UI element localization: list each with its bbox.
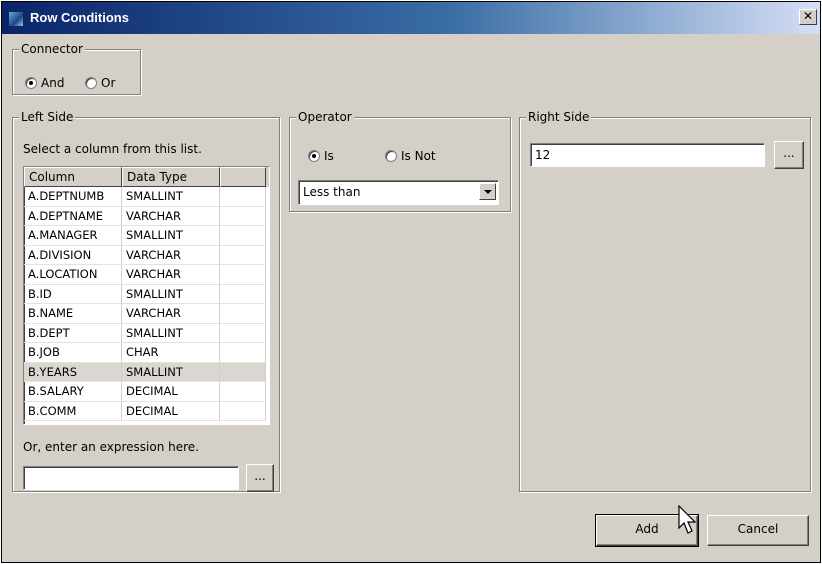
app-icon [8, 11, 24, 27]
empty-cell [220, 265, 266, 285]
operator-is-radio[interactable]: Is [308, 149, 334, 163]
connector-group: Connector And Or [12, 42, 141, 95]
column-name-cell: B.COMM [24, 401, 122, 421]
data-type-cell: VARCHAR [122, 206, 220, 226]
column-name-cell: B.DEPT [24, 323, 122, 343]
operator-is-label: Is [324, 149, 334, 163]
data-type-cell: SMALLINT [122, 323, 220, 343]
column-name-cell: B.ID [24, 284, 122, 304]
table-row[interactable]: A.MANAGER SMALLINT [24, 226, 269, 246]
data-type-cell: VARCHAR [122, 304, 220, 324]
column-name-cell: A.DEPTNAME [24, 206, 122, 226]
table-row[interactable]: A.DIVISION VARCHAR [24, 245, 269, 265]
column-name-cell: B.YEARS [24, 362, 122, 382]
close-icon: ✕ [802, 9, 814, 23]
close-button[interactable]: ✕ [799, 9, 817, 25]
data-type-cell: SMALLINT [122, 187, 220, 207]
header-column[interactable]: Column [24, 167, 122, 187]
row-conditions-dialog: Row Conditions ✕ Connector And Or Left S… [1, 1, 821, 563]
operator-group: Operator Is Is Not Less than [289, 110, 511, 212]
table-row[interactable]: B.JOB CHAR [24, 343, 269, 363]
table-row[interactable]: A.LOCATION VARCHAR [24, 265, 269, 285]
column-list[interactable]: Column Data Type A.DEPTNUMB SMALLINT A.DEP… [23, 166, 270, 425]
right-side-browse-button[interactable]: ... [774, 141, 804, 169]
title-bar[interactable]: Row Conditions ✕ [2, 2, 820, 34]
mouse-pointer-icon [678, 505, 697, 534]
operator-dropdown[interactable]: Less than [298, 180, 499, 205]
data-type-cell: SMALLINT [122, 284, 220, 304]
right-side-value-input[interactable] [530, 143, 765, 167]
connector-or-radio[interactable]: Or [85, 76, 115, 90]
table-row[interactable]: B.DEPT SMALLINT [24, 323, 269, 343]
data-type-cell: DECIMAL [122, 382, 220, 402]
empty-cell [220, 343, 266, 363]
column-list-rows: A.DEPTNUMB SMALLINT A.DEPTNAME VARCHAR A.MAN… [24, 187, 269, 421]
radio-checked-icon [308, 150, 320, 162]
expression-browse-button[interactable]: ... [246, 464, 274, 492]
empty-cell [220, 187, 266, 207]
chevron-down-icon[interactable] [479, 183, 496, 200]
column-name-cell: B.NAME [24, 304, 122, 324]
empty-cell [220, 226, 266, 246]
table-row[interactable]: A.DEPTNUMB SMALLINT [24, 187, 269, 207]
data-type-cell: SMALLINT [122, 226, 220, 246]
operator-is-not-label: Is Not [401, 149, 436, 163]
operator-selected-value: Less than [303, 185, 361, 199]
header-empty[interactable] [220, 167, 266, 187]
add-label: Add [635, 522, 659, 536]
empty-cell [220, 323, 266, 343]
cancel-label: Cancel [737, 522, 779, 536]
connector-and-radio[interactable]: And [25, 76, 64, 90]
empty-cell [220, 382, 266, 402]
left-side-legend: Left Side [19, 110, 76, 124]
empty-cell [220, 362, 266, 382]
operator-legend: Operator [296, 110, 354, 124]
column-instruction: Select a column from this list. [23, 142, 202, 156]
connector-or-label: Or [101, 76, 116, 90]
operator-is-not-radio[interactable]: Is Not [385, 149, 436, 163]
table-row[interactable]: B.ID SMALLINT [24, 284, 269, 304]
radio-checked-icon [25, 77, 37, 89]
table-row[interactable]: B.NAME VARCHAR [24, 304, 269, 324]
column-name-cell: B.SALARY [24, 382, 122, 402]
table-row[interactable]: B.SALARY DECIMAL [24, 382, 269, 402]
empty-cell [220, 206, 266, 226]
empty-cell [220, 401, 266, 421]
data-type-cell: SMALLINT [122, 362, 220, 382]
table-row[interactable]: B.YEARS SMALLINT [24, 362, 269, 382]
browse-label: ... [254, 469, 266, 483]
column-name-cell: A.MANAGER [24, 226, 122, 246]
empty-cell [220, 284, 266, 304]
right-side-legend: Right Side [526, 110, 592, 124]
expression-input[interactable] [23, 466, 239, 490]
data-type-cell: VARCHAR [122, 245, 220, 265]
expression-label: Or, enter an expression here. [23, 440, 200, 454]
column-name-cell: A.DIVISION [24, 245, 122, 265]
radio-unchecked-icon [385, 150, 397, 162]
cancel-button[interactable]: Cancel [707, 515, 809, 546]
column-name-cell: A.DEPTNUMB [24, 187, 122, 207]
empty-cell [220, 245, 266, 265]
radio-unchecked-icon [85, 77, 97, 89]
browse-label: ... [783, 146, 795, 160]
table-row[interactable]: B.COMM DECIMAL [24, 401, 269, 421]
empty-cell [220, 304, 266, 324]
connector-and-label: And [41, 76, 65, 90]
column-name-cell: A.LOCATION [24, 265, 122, 285]
window-title: Row Conditions [30, 10, 129, 25]
column-name-cell: B.JOB [24, 343, 122, 363]
right-side-group: Right Side ... [519, 110, 811, 492]
left-side-group: Left Side Select a column from this list… [12, 110, 280, 492]
data-type-cell: DECIMAL [122, 401, 220, 421]
data-type-cell: CHAR [122, 343, 220, 363]
column-list-header: Column Data Type [24, 167, 269, 187]
table-row[interactable]: A.DEPTNAME VARCHAR [24, 206, 269, 226]
header-data-type[interactable]: Data Type [122, 167, 220, 187]
connector-legend: Connector [19, 42, 85, 56]
data-type-cell: VARCHAR [122, 265, 220, 285]
